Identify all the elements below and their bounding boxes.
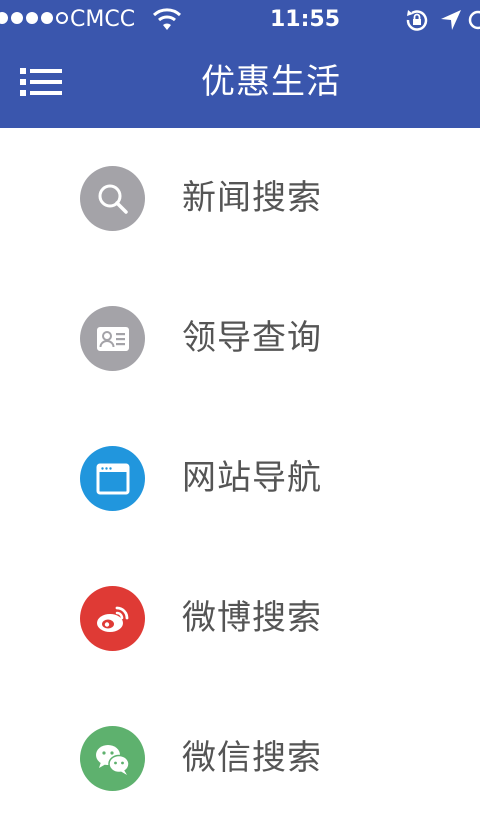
status-indicator-icon (468, 10, 480, 30)
clock-time: 11:55 (270, 7, 341, 32)
list-item-site-navigation[interactable]: 网站导航 (0, 408, 480, 548)
id-card-icon (80, 306, 145, 371)
list-item-label: 领导查询 (182, 318, 322, 358)
feature-list: 新闻搜索 领导查询 网站导航 微博搜索 微信搜索 (0, 128, 480, 828)
app-header: CMCC 11:55 优惠生活 (0, 0, 480, 128)
location-arrow-icon (441, 10, 461, 30)
list-item-label: 新闻搜索 (182, 178, 322, 218)
rotation-lock-icon (406, 10, 428, 31)
signal-strength-icon (0, 12, 68, 24)
wifi-icon (152, 8, 182, 30)
carrier-name: CMCC (70, 7, 136, 32)
list-item-weibo-search[interactable]: 微博搜索 (0, 548, 480, 688)
weibo-icon (80, 586, 145, 651)
list-item-label: 微信搜索 (182, 738, 322, 778)
search-icon (80, 166, 145, 231)
list-item-label: 网站导航 (182, 458, 322, 498)
wechat-icon (80, 726, 145, 791)
list-item-news-search[interactable]: 新闻搜索 (0, 128, 480, 268)
status-bar: CMCC 11:55 (0, 0, 480, 40)
page-title: 优惠生活 (201, 62, 341, 102)
list-item-label: 微博搜索 (182, 598, 322, 638)
list-item-leader-query[interactable]: 领导查询 (0, 268, 480, 408)
browser-window-icon (80, 446, 145, 511)
list-item-wechat-search[interactable]: 微信搜索 (0, 688, 480, 828)
